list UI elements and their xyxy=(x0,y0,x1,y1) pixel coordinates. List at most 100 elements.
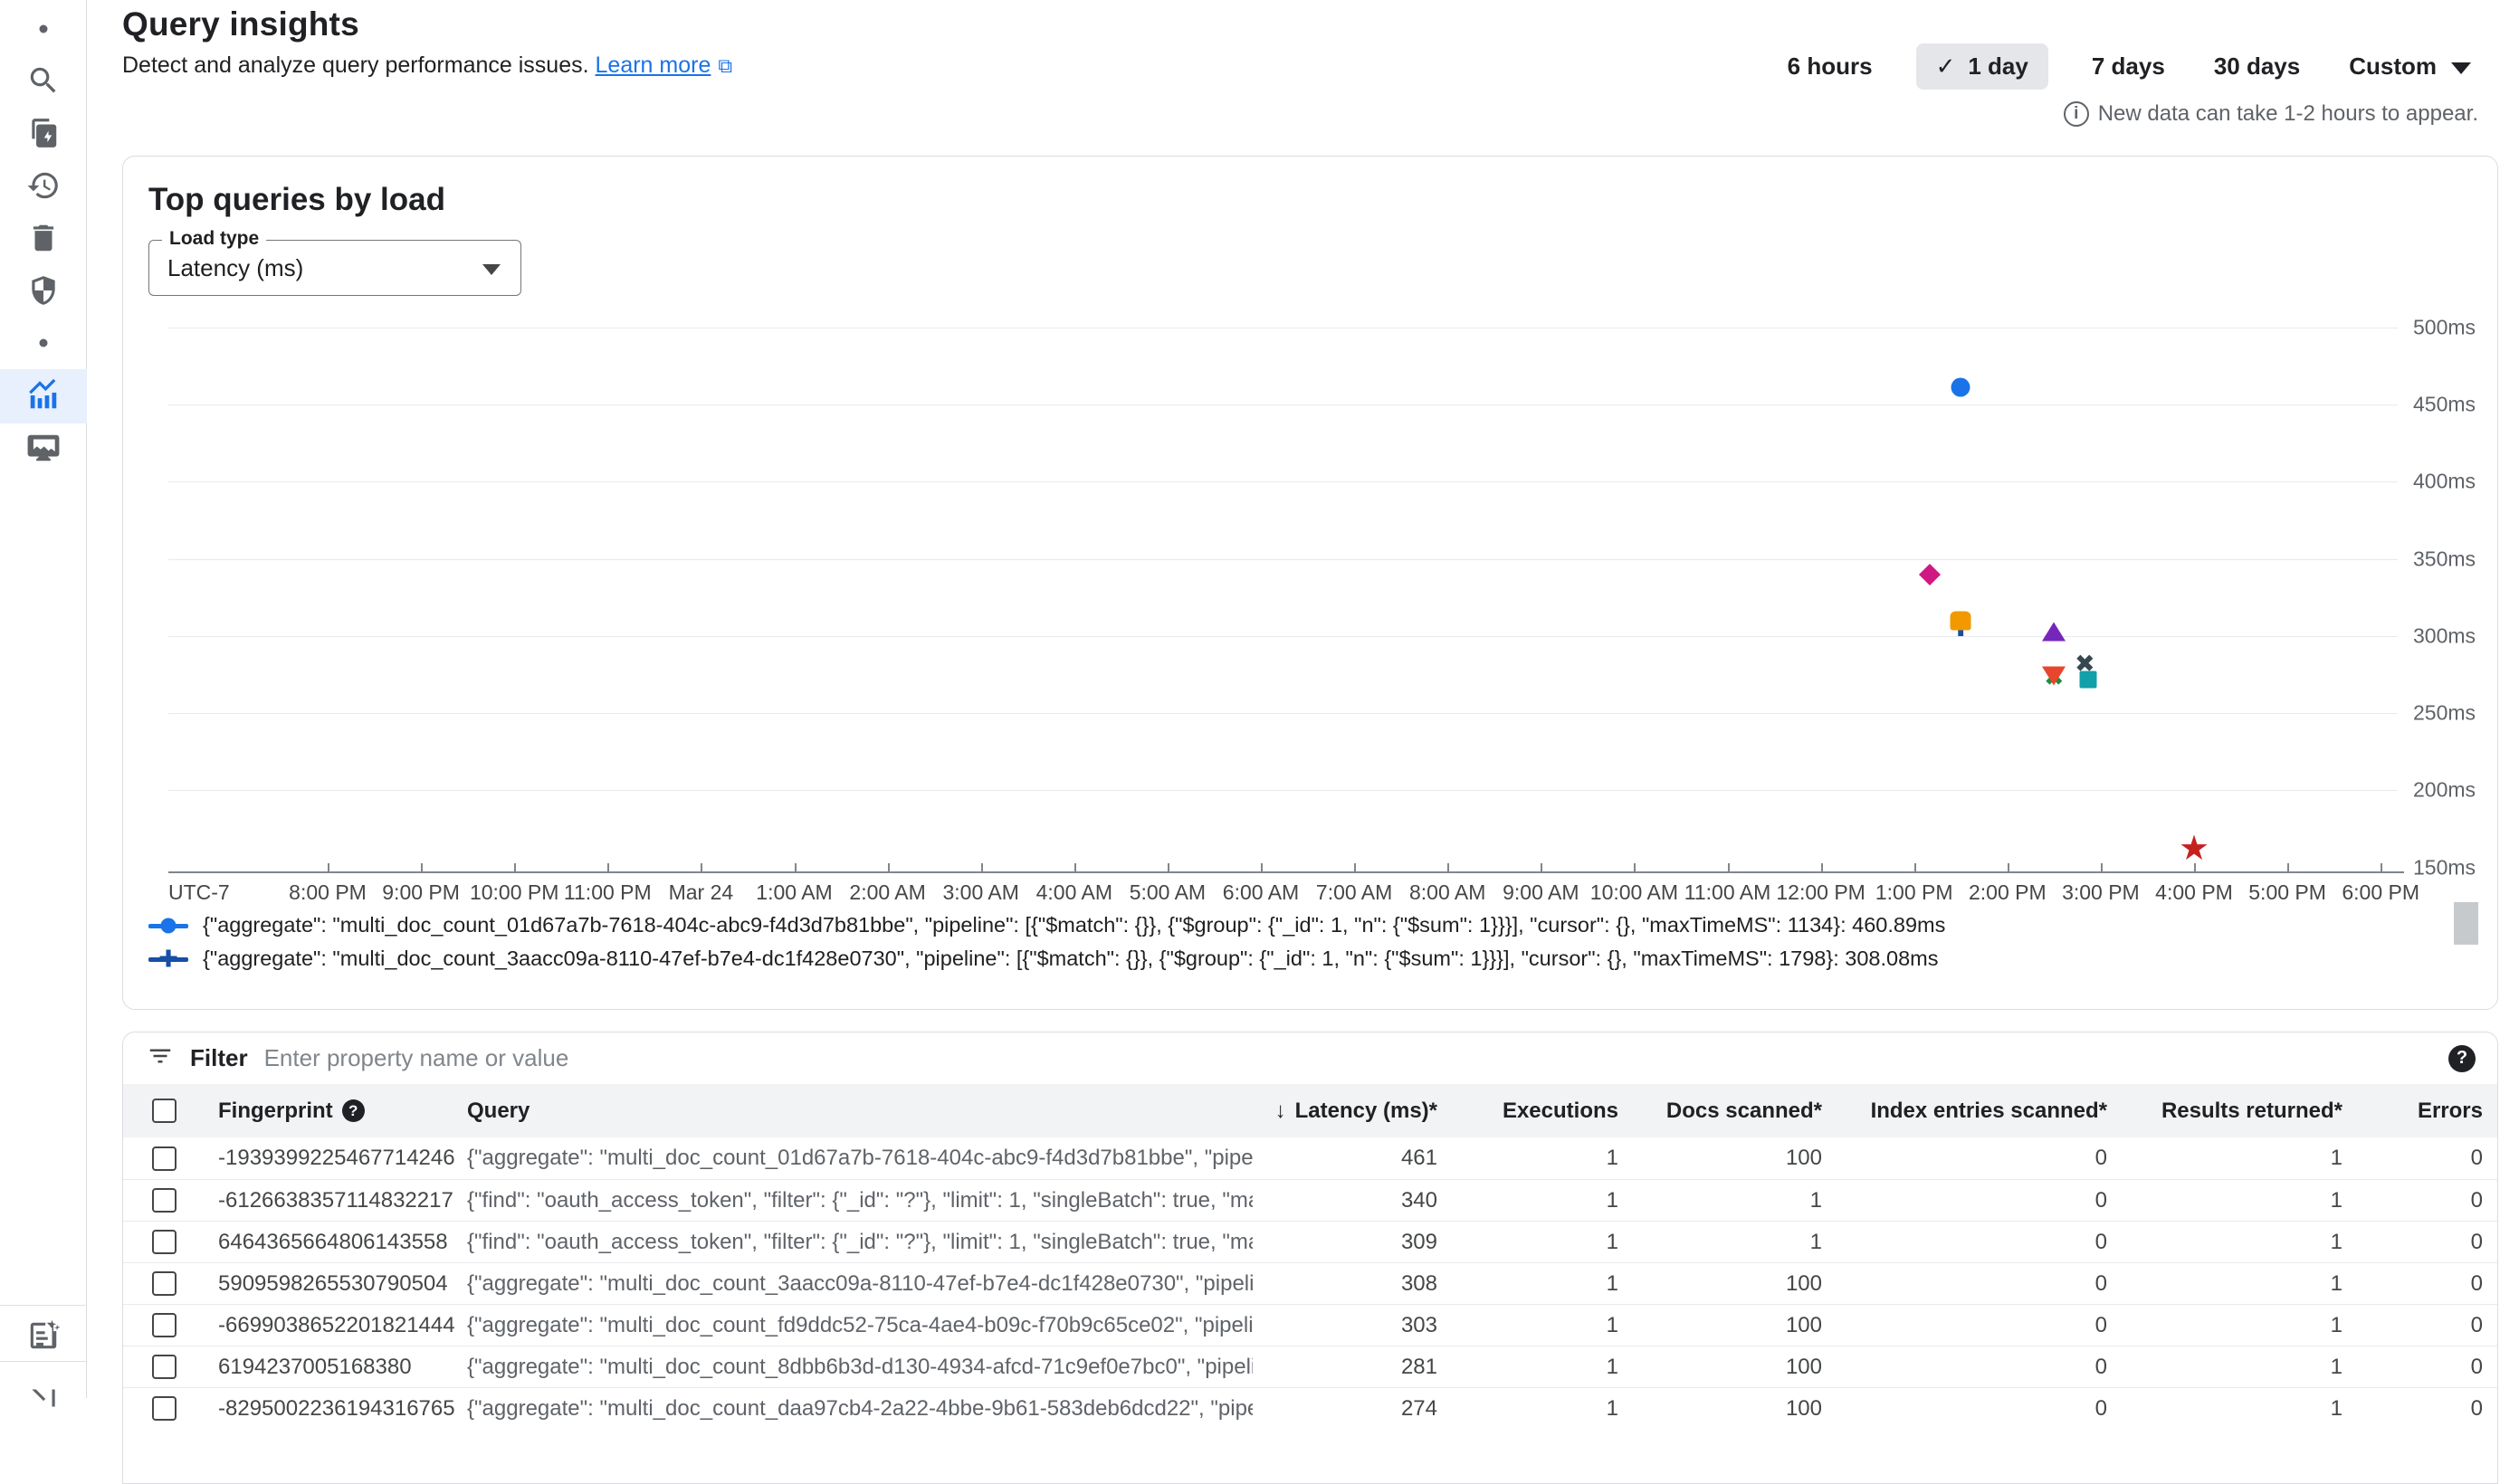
data-point-sqsmall[interactable] xyxy=(2080,671,2097,688)
sort-desc-icon[interactable]: ↓ xyxy=(1275,1099,1286,1123)
x-axis-tick xyxy=(1354,863,1356,871)
release-notes-sparkle-icon[interactable] xyxy=(25,1318,62,1354)
data-point-diamond[interactable] xyxy=(1919,564,1941,585)
x-axis-tick xyxy=(2008,863,2009,871)
x-axis-tick xyxy=(2287,863,2289,871)
trash-icon[interactable] xyxy=(25,220,62,256)
scrollbar-thumb[interactable] xyxy=(2454,902,2478,945)
query-document-icon[interactable] xyxy=(25,115,62,151)
metric-cell: 0 xyxy=(1827,1396,2113,1422)
fingerprint-cell: 5909598265530790504 xyxy=(186,1271,444,1297)
x-axis-tick xyxy=(421,863,423,871)
x-axis-label: 5:00 AM xyxy=(1130,880,1206,905)
filter-bar: Filter ? xyxy=(123,1032,2497,1084)
data-point-star[interactable]: ★ xyxy=(2179,832,2209,866)
load-type-value: Latency (ms) xyxy=(167,254,303,282)
y-axis-label: 350ms xyxy=(2413,547,2500,571)
x-axis-tick xyxy=(1074,863,1076,871)
gridline-400 xyxy=(168,481,2398,482)
column-header-1[interactable]: Fingerprint? xyxy=(186,1099,444,1124)
select-all-checkbox[interactable] xyxy=(152,1099,177,1123)
metric-cell: 0 xyxy=(2348,1230,2497,1255)
query-cell: {"aggregate": "multi_doc_count_daa97cb4-… xyxy=(444,1396,1253,1422)
metric-cell: 0 xyxy=(1827,1313,2113,1338)
x-axis-tick xyxy=(2381,863,2382,871)
check-icon: ✓ xyxy=(1936,52,1956,80)
info-icon: i xyxy=(2064,101,2089,127)
filter-input[interactable] xyxy=(264,1044,2432,1072)
x-axis-label: 1:00 AM xyxy=(756,880,832,905)
sidebar xyxy=(0,0,87,1398)
table-row[interactable]: 6194237005168380{"aggregate": "multi_doc… xyxy=(123,1346,2497,1387)
query-insights-icon[interactable] xyxy=(25,377,62,414)
metric-cell: 100 xyxy=(1624,1313,1827,1338)
metric-cell: 1 xyxy=(1443,1188,1624,1213)
table-body: -1939399225467714246{"aggregate": "multi… xyxy=(123,1137,2497,1429)
x-axis-tick xyxy=(1634,863,1636,871)
x-axis-label: 3:00 PM xyxy=(2062,880,2140,905)
row-checkbox[interactable] xyxy=(152,1396,177,1421)
fingerprint-help-icon[interactable]: ? xyxy=(342,1099,365,1122)
y-axis-label: 150ms xyxy=(2413,855,2500,880)
x-axis-label: 10:00 PM xyxy=(470,880,558,905)
load-type-label: Load type xyxy=(162,228,266,250)
column-header-7[interactable]: Results returned* xyxy=(2113,1099,2348,1124)
column-header-6[interactable]: Index entries scanned* xyxy=(1827,1099,2113,1124)
column-header-8[interactable]: Errors xyxy=(2348,1099,2497,1124)
legend-marker-circle xyxy=(148,914,188,937)
history-icon[interactable] xyxy=(25,167,62,204)
learn-more-link[interactable]: Learn more xyxy=(596,52,711,78)
x-axis-label: 11:00 AM xyxy=(1684,880,1770,905)
table-row[interactable]: 5909598265530790504{"aggregate": "multi_… xyxy=(123,1262,2497,1304)
time-range-7-days[interactable]: 7 days xyxy=(2086,43,2171,90)
load-type-select[interactable]: Load type Latency (ms) xyxy=(148,240,521,296)
row-checkbox[interactable] xyxy=(152,1146,177,1171)
column-header-4[interactable]: Executions xyxy=(1443,1099,1624,1124)
search-icon[interactable] xyxy=(25,62,62,99)
table-row[interactable]: -8295002236194316765{"aggregate": "multi… xyxy=(123,1387,2497,1429)
security-shield-icon[interactable] xyxy=(25,272,62,309)
table-row[interactable]: -6699038652201821444{"aggregate": "multi… xyxy=(123,1304,2497,1346)
system-insights-icon[interactable] xyxy=(25,430,62,466)
x-axis-label: Mar 24 xyxy=(669,880,734,905)
sidebar-divider xyxy=(0,1361,87,1362)
data-point-tri-down[interactable] xyxy=(2042,667,2066,686)
chevron-down-icon xyxy=(2451,62,2471,74)
x-axis-tick xyxy=(1914,863,1916,871)
time-range-6-hours[interactable]: 6 hours xyxy=(1782,43,1878,90)
row-checkbox[interactable] xyxy=(152,1271,177,1296)
x-axis-label: 4:00 PM xyxy=(2155,880,2233,905)
query-cell: {"aggregate": "multi_doc_count_01d67a7b-… xyxy=(444,1146,1253,1171)
data-point-square[interactable] xyxy=(1951,611,1971,630)
x-axis-tick xyxy=(1168,863,1169,871)
collapse-panel-icon[interactable] xyxy=(25,1380,62,1416)
table-row[interactable]: -6126638357114832217{"find": "oauth_acce… xyxy=(123,1179,2497,1221)
column-header-5[interactable]: Docs scanned* xyxy=(1624,1099,1827,1124)
table-row[interactable]: 6464365664806143558{"find": "oauth_acces… xyxy=(123,1221,2497,1262)
row-checkbox[interactable] xyxy=(152,1230,177,1254)
time-range-30-days[interactable]: 30 days xyxy=(2209,43,2305,90)
column-header-2[interactable]: Query xyxy=(444,1099,1253,1124)
row-checkbox[interactable] xyxy=(152,1355,177,1379)
row-checkbox[interactable] xyxy=(152,1188,177,1213)
x-axis-label: 9:00 AM xyxy=(1503,880,1579,905)
metric-cell: 1 xyxy=(1624,1230,1827,1255)
x-axis-label: 3:00 AM xyxy=(942,880,1018,905)
circle-marker-icon xyxy=(161,918,177,933)
column-header-3[interactable]: ↓Latency (ms)* xyxy=(1253,1099,1443,1124)
data-point-tri-up[interactable] xyxy=(2042,622,2066,641)
metric-cell: 1 xyxy=(2113,1271,2348,1297)
metric-cell: 281 xyxy=(1253,1355,1443,1380)
time-range-1-day[interactable]: ✓1 day xyxy=(1916,43,2048,90)
table-row[interactable]: -1939399225467714246{"aggregate": "multi… xyxy=(123,1137,2497,1179)
timezone-label: UTC-7 xyxy=(168,880,230,905)
time-range-selector: 6 hours ✓1 day 7 days 30 days Custom xyxy=(1782,43,2476,90)
query-cell: {"find": "oauth_access_token", "filter":… xyxy=(444,1188,1253,1213)
data-point-circle[interactable] xyxy=(1951,378,1970,397)
time-range-custom[interactable]: Custom xyxy=(2343,43,2476,90)
y-axis-label: 450ms xyxy=(2413,393,2500,417)
row-checkbox[interactable] xyxy=(152,1313,177,1337)
x-axis-tick xyxy=(2101,863,2103,871)
help-icon[interactable]: ? xyxy=(2448,1045,2476,1072)
metric-cell: 0 xyxy=(2348,1146,2497,1171)
